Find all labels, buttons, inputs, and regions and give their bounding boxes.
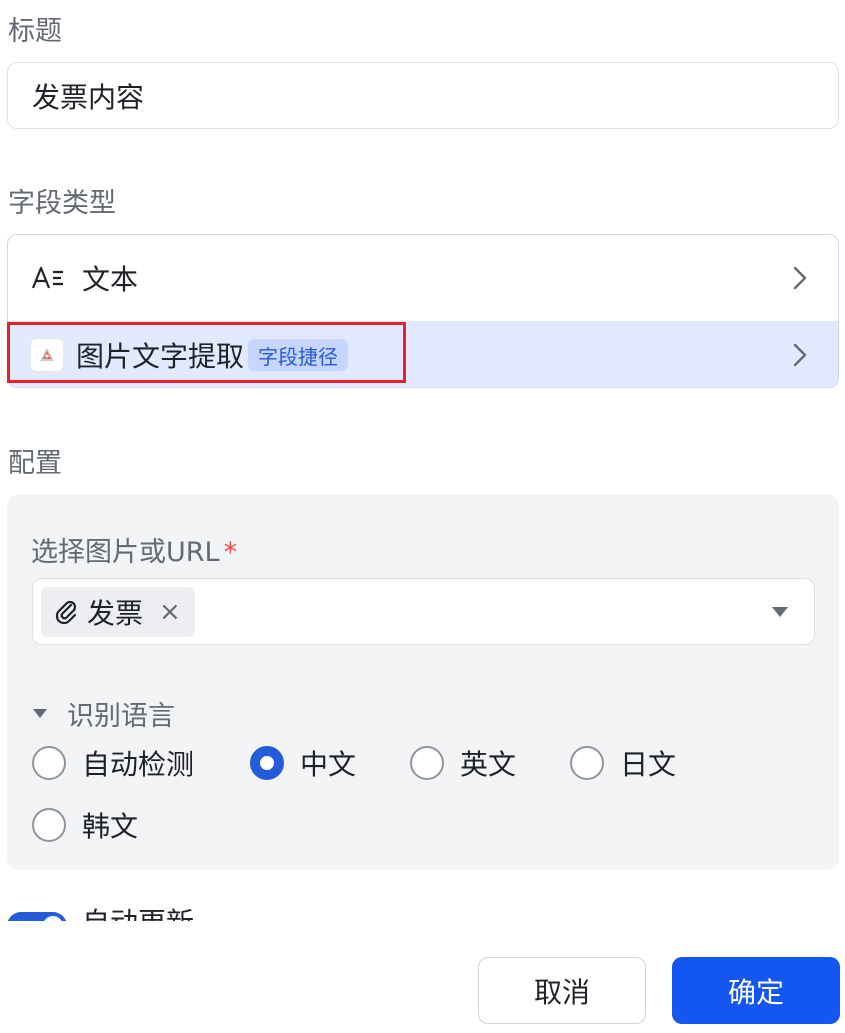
radio-unchecked-icon xyxy=(32,746,66,780)
title-input[interactable]: 发票内容 xyxy=(7,62,839,129)
paperclip-icon xyxy=(55,600,77,625)
selected-field-tag-text: 发票 xyxy=(87,597,144,630)
chevron-right-icon xyxy=(793,266,807,290)
language-section-toggle[interactable]: 识别语言 xyxy=(33,694,175,733)
title-label: 标题 xyxy=(8,16,62,47)
language-section-title: 识别语言 xyxy=(67,701,175,732)
field-type-option-label: 文本 xyxy=(82,263,139,296)
field-type-option-image-ocr[interactable]: 图片文字提取 字段捷径 xyxy=(8,321,838,387)
close-icon[interactable]: × xyxy=(159,597,181,627)
language-radio-auto[interactable]: 自动检测 xyxy=(32,743,194,783)
language-radio-korean[interactable]: 韩文 xyxy=(32,805,138,845)
language-radio-english[interactable]: 英文 xyxy=(410,743,516,783)
config-label: 配置 xyxy=(8,448,62,479)
radio-checked-icon xyxy=(250,746,284,780)
config-panel: 选择图片或URL * 发票 × 识别语言 自动检测 中文 英文 日文 韩文 xyxy=(7,494,839,870)
language-radio-chinese[interactable]: 中文 xyxy=(250,743,356,783)
required-mark: * xyxy=(223,537,238,568)
image-ocr-icon xyxy=(30,338,64,372)
caret-down-icon xyxy=(33,709,47,718)
field-type-option-label: 图片文字提取 xyxy=(76,340,245,373)
field-type-option-text[interactable]: 文本 xyxy=(8,235,838,321)
text-type-icon xyxy=(31,266,63,289)
image-source-select[interactable]: 发票 × xyxy=(32,578,815,645)
footer-backdrop xyxy=(0,921,845,951)
cancel-button[interactable]: 取消 xyxy=(478,957,646,1024)
dropdown-caret-icon[interactable] xyxy=(772,607,788,617)
field-shortcut-badge: 字段捷径 xyxy=(248,339,348,371)
chevron-right-icon xyxy=(793,343,807,367)
selected-field-tag: 发票 × xyxy=(41,587,195,637)
confirm-button[interactable]: 确定 xyxy=(672,957,840,1024)
image-source-label: 选择图片或URL * xyxy=(31,537,238,568)
radio-unchecked-icon xyxy=(570,746,604,780)
field-type-label: 字段类型 xyxy=(8,188,116,219)
radio-unchecked-icon xyxy=(32,808,66,842)
language-radio-japanese[interactable]: 日文 xyxy=(570,743,676,783)
field-type-selector: 文本 图片文字提取 字段捷径 xyxy=(7,234,839,388)
radio-unchecked-icon xyxy=(410,746,444,780)
auto-update-label: 自动更新 xyxy=(82,908,194,922)
